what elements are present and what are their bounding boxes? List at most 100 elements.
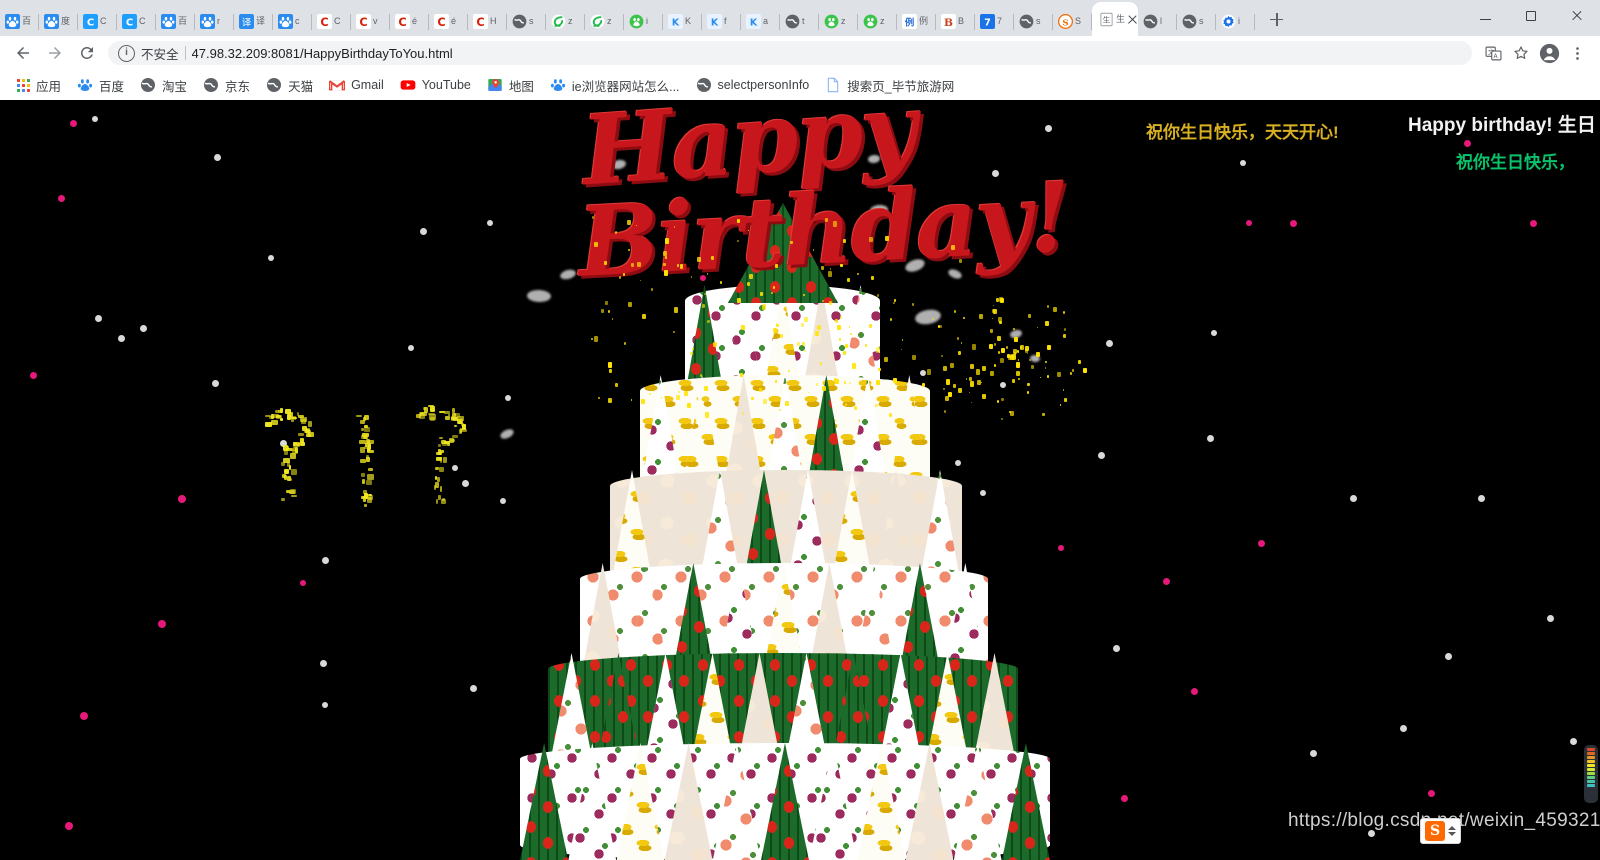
tab-item[interactable]: z: [819, 6, 858, 36]
bookmark-item[interactable]: 应用: [10, 73, 68, 98]
csdn-red-icon: C: [473, 13, 488, 29]
tab-title: 百: [178, 16, 187, 26]
cake-triangle-panel: [568, 743, 617, 860]
color-gradient-scrollbar[interactable]: [1584, 745, 1598, 803]
close-window-button[interactable]: [1554, 0, 1600, 32]
tab-item[interactable]: i: [1216, 6, 1255, 36]
site-info-icon[interactable]: i: [118, 44, 135, 62]
gold-sparkle: [747, 282, 750, 286]
gold-sparkle: [705, 412, 710, 418]
svg-text:C: C: [126, 17, 133, 28]
sparkle-particle: [287, 414, 291, 420]
confetti-dot: [1258, 540, 1265, 547]
tab-item[interactable]: 译译: [234, 6, 273, 36]
gold-sparkle: [833, 221, 838, 227]
tab-item[interactable]: CC: [117, 6, 156, 36]
sparkle-particle: [364, 504, 368, 508]
bookmark-item[interactable]: 搜索页_毕节旅游网: [818, 73, 961, 98]
tab-item[interactable]: CH: [468, 6, 507, 36]
gold-sparkle: [822, 386, 826, 392]
gold-sparkle: [751, 397, 754, 401]
gold-sparkle: [680, 264, 684, 269]
translate-icon: 译: [239, 13, 254, 29]
sparkle-particle: [287, 476, 291, 481]
maximize-button[interactable]: [1508, 0, 1554, 32]
svg-text:S: S: [1062, 18, 1068, 28]
sogou-ime-widget[interactable]: S: [1420, 818, 1461, 844]
gold-sparkle: [711, 256, 714, 260]
new-tab-button[interactable]: [1262, 5, 1290, 33]
svg-text:例: 例: [905, 16, 914, 28]
tab-item[interactable]: i: [624, 6, 663, 36]
gold-sparkle: [1070, 372, 1073, 375]
tab-active[interactable]: 生生: [1092, 2, 1138, 36]
bookmark-item[interactable]: selectpersonInfo: [689, 74, 817, 96]
bookmark-star-icon[interactable]: [1508, 40, 1534, 66]
gold-sparkle: [876, 347, 881, 353]
bookmark-item[interactable]: Gmail: [322, 74, 391, 96]
confetti-dot: [1121, 795, 1128, 802]
confetti-dot: [118, 335, 125, 342]
bookmark-item[interactable]: 天猫: [259, 73, 320, 98]
browser-menu-icon[interactable]: [1564, 40, 1590, 66]
tab-item[interactable]: z: [546, 6, 585, 36]
tab-item[interactable]: Ka: [741, 6, 780, 36]
tab-item[interactable]: 77: [975, 6, 1014, 36]
profile-avatar-icon[interactable]: [1536, 40, 1562, 66]
tab-item[interactable]: CC: [312, 6, 351, 36]
tab-item[interactable]: t: [780, 6, 819, 36]
tab-item[interactable]: 百: [156, 6, 195, 36]
sparkle-particle: [285, 409, 292, 414]
gold-sparkle: [957, 337, 959, 340]
tab-item[interactable]: KK: [663, 6, 702, 36]
tab-item[interactable]: 百: [0, 6, 39, 36]
maps-icon: [487, 77, 503, 93]
tab-item[interactable]: 度: [39, 6, 78, 36]
gold-sparkle: [940, 325, 942, 328]
confetti-dot: [300, 580, 306, 586]
bookmark-item[interactable]: 京东: [196, 73, 257, 98]
tab-item[interactable]: 例例: [897, 6, 936, 36]
tab-item[interactable]: CC: [78, 6, 117, 36]
reload-icon[interactable]: [72, 38, 102, 68]
tab-item[interactable]: c: [273, 6, 312, 36]
sparkle-particle: [434, 485, 436, 491]
confetti-dot: [1211, 330, 1217, 336]
close-icon[interactable]: [1127, 14, 1138, 25]
bookmark-item[interactable]: YouTube: [393, 74, 478, 96]
tab-item[interactable]: s: [1177, 6, 1216, 36]
bookmark-item[interactable]: 地图: [480, 73, 541, 98]
translate-icon[interactable]: 文 A: [1480, 40, 1506, 66]
tab-item[interactable]: SS: [1053, 6, 1092, 36]
tab-item[interactable]: s: [507, 6, 546, 36]
globe-icon: [1182, 14, 1197, 29]
gold-sparkle: [845, 344, 848, 348]
tab-item[interactable]: Cé: [390, 6, 429, 36]
bookmark-item[interactable]: 淘宝: [133, 73, 194, 98]
gold-sparkle: [1031, 365, 1035, 370]
tab-item[interactable]: l: [1138, 6, 1177, 36]
page-content: Happy Birthday! 祝你生日快乐，天天开心! Happy birth…: [0, 100, 1600, 860]
address-bar[interactable]: i 不安全 47.98.32.209:8081/HappyBirthdayToY…: [108, 41, 1472, 65]
ime-toggle-icon[interactable]: [1448, 826, 1456, 836]
tab-item[interactable]: z: [858, 6, 897, 36]
sparkle-particle: [308, 432, 315, 437]
back-icon[interactable]: [8, 38, 38, 68]
sparkle-particle: [287, 446, 289, 451]
bookmark-item[interactable]: 百度: [70, 73, 131, 98]
bookmark-item[interactable]: ie浏览器网站怎么...: [543, 73, 687, 98]
gold-sparkle: [1028, 314, 1031, 318]
minimize-button[interactable]: [1462, 0, 1508, 32]
tab-item[interactable]: BB: [936, 6, 975, 36]
tab-item[interactable]: Cv: [351, 6, 390, 36]
gold-sparkle: [844, 381, 847, 384]
confetti-dot: [214, 154, 221, 161]
tab-item[interactable]: Cé: [429, 6, 468, 36]
gold-sparkle: [894, 299, 897, 302]
tab-item[interactable]: z: [585, 6, 624, 36]
tab-item[interactable]: r: [195, 6, 234, 36]
tab-item[interactable]: s: [1014, 6, 1053, 36]
sparkle-particle: [440, 486, 443, 492]
tab-item[interactable]: Kf: [702, 6, 741, 36]
forward-icon[interactable]: [40, 38, 70, 68]
